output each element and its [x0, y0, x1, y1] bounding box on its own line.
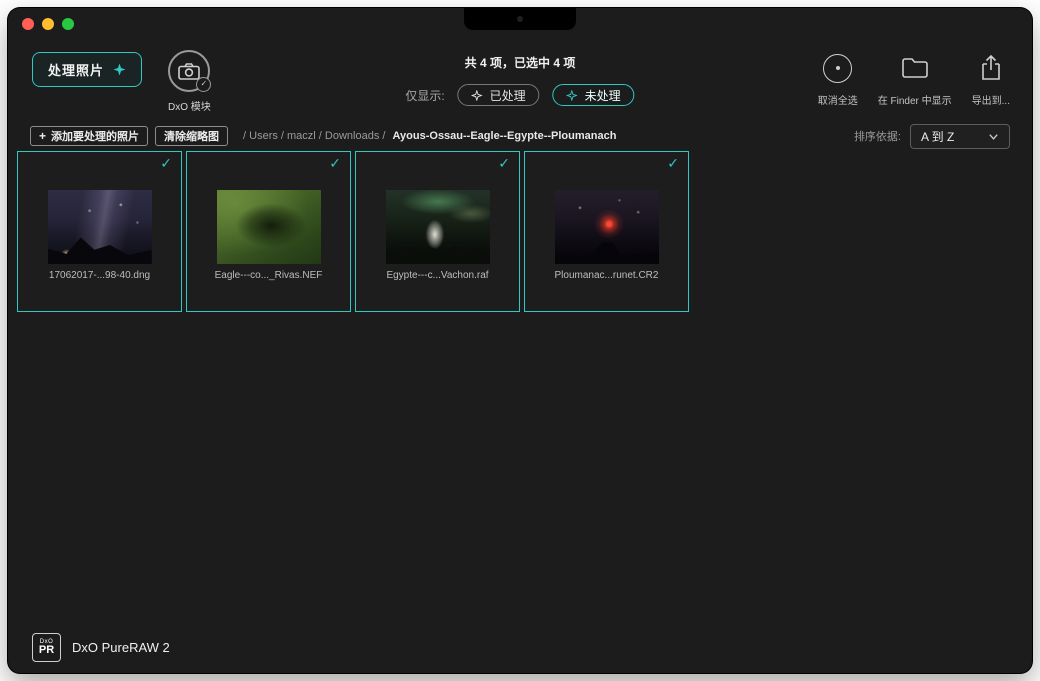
- photo-thumbnail: [48, 190, 152, 264]
- header-actions: 取消全选 在 Finder 中显示 导出到...: [818, 52, 1010, 107]
- header: 处理照片 ✓ DxO 模块 共 4 项，已选中 4 项: [8, 38, 1032, 120]
- selected-check-icon[interactable]: ✓: [160, 155, 172, 172]
- dxo-module-label: DxO 模块: [168, 98, 211, 113]
- folder-icon: [901, 57, 929, 79]
- photo-cell[interactable]: ✓ Ploumanac...runet.CR2: [524, 151, 689, 312]
- clear-thumbnails-button[interactable]: 清除缩略图: [155, 126, 228, 146]
- photo-filename: Ploumanac...runet.CR2: [525, 270, 688, 281]
- sparkle-icon: [472, 90, 483, 101]
- export-icon: [979, 54, 1003, 82]
- photo-filename: Eagle---co..._Rivas.NEF: [187, 270, 350, 281]
- photo-thumbnail: [555, 190, 659, 264]
- close-window-button[interactable]: [22, 18, 34, 30]
- sparkle-icon: [113, 63, 126, 76]
- display-notch: [464, 8, 576, 30]
- selected-check-icon[interactable]: ✓: [498, 155, 510, 172]
- minimize-window-button[interactable]: [42, 18, 54, 30]
- app-window: 处理照片 ✓ DxO 模块 共 4 项，已选中 4 项: [8, 8, 1032, 673]
- export-to-button[interactable]: 导出到...: [972, 52, 1010, 107]
- add-photos-button[interactable]: + 添加要处理的照片: [30, 126, 148, 146]
- mountain-silhouette: [48, 230, 152, 264]
- process-photos-label: 处理照片: [48, 60, 104, 79]
- sort-by-label: 排序依据:: [854, 128, 901, 144]
- footer: DxO PR DxO PureRAW 2: [8, 621, 1032, 673]
- header-left: 处理照片 ✓ DxO 模块: [32, 52, 211, 113]
- clear-thumbnails-label: 清除缩略图: [164, 128, 219, 144]
- zoom-window-button[interactable]: [62, 18, 74, 30]
- traffic-lights: [22, 18, 74, 30]
- filter-unprocessed-label: 未处理: [585, 87, 621, 104]
- filter-processed-label: 已处理: [490, 87, 526, 104]
- breadcrumb-prefix: / Users / maczl / Downloads /: [243, 130, 385, 142]
- lighthouse-silhouette: [555, 239, 659, 264]
- show-in-finder-label: 在 Finder 中显示: [878, 92, 952, 107]
- photo-cell[interactable]: ✓ 17062017-...98-40.dng: [17, 151, 182, 312]
- sort-order-select[interactable]: A 到 Z: [910, 124, 1010, 149]
- filter-label: 仅显示:: [405, 87, 444, 104]
- photo-thumbnail: [386, 190, 490, 264]
- photo-thumbnail: [217, 190, 321, 264]
- header-center: 共 4 项，已选中 4 项 仅显示: 已处理 未处理: [405, 54, 634, 106]
- process-photos-button[interactable]: 处理照片: [32, 52, 142, 87]
- module-check-badge: ✓: [196, 77, 211, 92]
- sparkle-icon: [567, 90, 578, 101]
- photo-cell[interactable]: ✓ Eagle---co..._Rivas.NEF: [186, 151, 351, 312]
- deselect-all-button[interactable]: 取消全选: [818, 52, 858, 107]
- filter-row: 仅显示: 已处理 未处理: [405, 84, 634, 106]
- crowd-silhouette: [386, 239, 490, 264]
- sort-group: 排序依据: A 到 Z: [854, 124, 1010, 149]
- chevron-down-icon: [988, 131, 999, 142]
- deselect-all-label: 取消全选: [818, 92, 858, 107]
- selection-stats: 共 4 项，已选中 4 项: [465, 54, 576, 71]
- camera-icon: ✓: [168, 50, 210, 92]
- photo-cell[interactable]: ✓ Egypte---c...Vachon.raf: [355, 151, 520, 312]
- toolbar: + 添加要处理的照片 清除缩略图 / Users / maczl / Downl…: [8, 120, 1032, 152]
- deselect-circle-icon: [823, 54, 852, 83]
- export-to-label: 导出到...: [972, 92, 1010, 107]
- photo-filename: 17062017-...98-40.dng: [18, 270, 181, 281]
- dxo-pureraw-logo: DxO PR: [32, 633, 61, 662]
- logo-text-bottom: PR: [39, 645, 54, 656]
- selected-check-icon[interactable]: ✓: [329, 155, 341, 172]
- show-in-finder-button[interactable]: 在 Finder 中显示: [878, 52, 952, 107]
- add-photos-label: 添加要处理的照片: [51, 128, 139, 144]
- filter-processed-toggle[interactable]: 已处理: [458, 84, 540, 106]
- breadcrumb-current-folder: Ayous-Ossau--Eagle--Egypte--Ploumanach: [393, 130, 617, 142]
- photo-filename: Egypte---c...Vachon.raf: [356, 270, 519, 281]
- app-name: DxO PureRAW 2: [72, 640, 170, 655]
- filter-unprocessed-toggle[interactable]: 未处理: [553, 84, 635, 106]
- dxo-module-button[interactable]: ✓ DxO 模块: [168, 50, 211, 113]
- breadcrumb: / Users / maczl / Downloads / Ayous-Ossa…: [243, 130, 616, 142]
- plus-icon: +: [39, 130, 46, 142]
- titlebar: [8, 8, 1032, 38]
- camera-dot: [517, 16, 523, 22]
- photo-grid: ✓ 17062017-...98-40.dng ✓ Eagle---co..._…: [17, 151, 689, 312]
- selected-check-icon[interactable]: ✓: [667, 155, 679, 172]
- sort-order-value: A 到 Z: [921, 128, 954, 145]
